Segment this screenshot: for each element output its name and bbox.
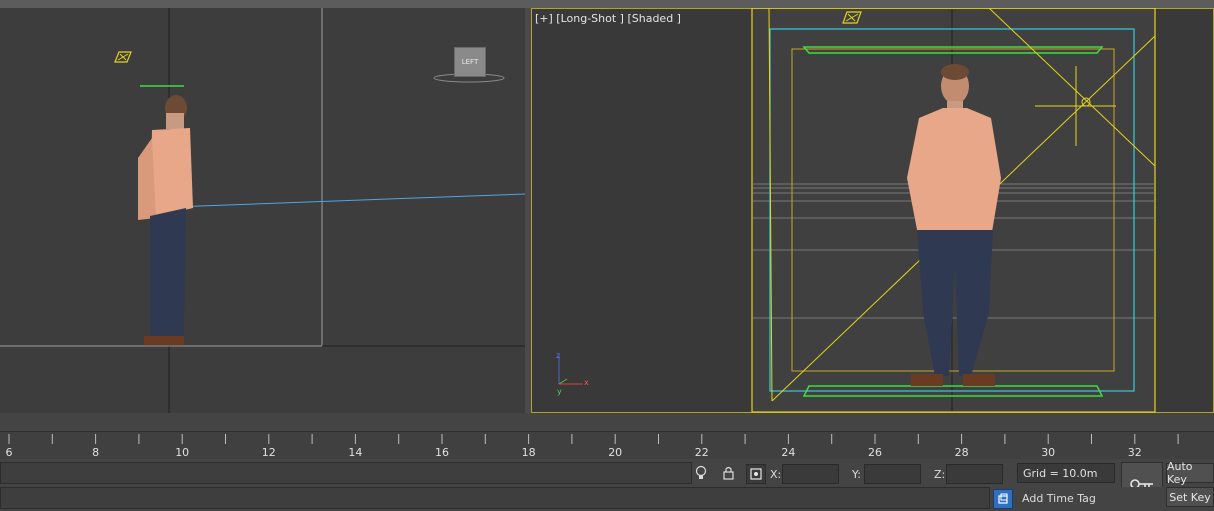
add-time-tag-button[interactable]: Add Time Tag xyxy=(1022,492,1096,505)
track-tick-label: 22 xyxy=(694,446,709,459)
x-coord-field[interactable] xyxy=(782,464,839,484)
track-tick-label: 24 xyxy=(781,446,796,459)
viewport-left-canvas xyxy=(0,8,525,413)
z-coord-field[interactable] xyxy=(946,464,1003,484)
axis-tripod-icon: z x y xyxy=(556,351,589,396)
viewport-label[interactable]: [+] [Long-Shot ] [Shaded ] xyxy=(535,12,681,25)
z-coord-label: Z: xyxy=(934,468,946,481)
track-bar[interactable]: 6 8 10 12 14 16 18 20 22 24 26 28 30 32 xyxy=(0,431,1214,459)
viewport-right[interactable]: z x y [+] [Long-Shot ] [Shaded ] xyxy=(531,8,1214,413)
timeslider-area[interactable] xyxy=(0,413,1214,431)
track-tick-label: 6 xyxy=(5,446,13,459)
set-key-button[interactable]: Set Key xyxy=(1166,487,1214,507)
status-text-line xyxy=(0,487,990,509)
grid-size-display: Grid = 10.0m xyxy=(1017,463,1115,483)
status-bar-row2: Add Time Tag Set Key xyxy=(0,487,1214,511)
track-tick-label: 14 xyxy=(348,446,363,459)
track-tick-label: 16 xyxy=(435,446,449,459)
time-tag-icon[interactable] xyxy=(993,489,1013,509)
track-tick-label: 26 xyxy=(868,446,882,459)
svg-text:y: y xyxy=(557,387,562,396)
status-bar: X: Y: Z: Grid = 10.0m Auto Key xyxy=(0,459,1214,506)
track-tick-label: 12 xyxy=(261,446,276,459)
svg-text:z: z xyxy=(556,351,560,360)
person-model-side xyxy=(138,95,193,345)
track-tick-label: 20 xyxy=(608,446,623,459)
auto-key-button[interactable]: Auto Key xyxy=(1166,460,1214,486)
x-coord-label: X: xyxy=(770,468,782,481)
prompt-line[interactable] xyxy=(0,462,692,484)
selection-lock-icon[interactable] xyxy=(719,464,737,482)
track-bar-ticks xyxy=(8,434,1179,444)
track-tick-label: 30 xyxy=(1041,446,1056,459)
y-coord-label: Y: xyxy=(852,468,861,481)
track-tick-label: 10 xyxy=(175,446,190,459)
track-tick-label: 32 xyxy=(1127,446,1142,459)
isolate-bulb-icon[interactable] xyxy=(692,464,710,482)
light-icon xyxy=(114,51,132,63)
svg-text:x: x xyxy=(584,378,589,387)
y-coord-field[interactable] xyxy=(864,464,921,484)
viewport-right-canvas: z x y xyxy=(556,8,1156,413)
absolute-mode-icon[interactable] xyxy=(746,464,766,484)
viewport-left[interactable]: LEFT xyxy=(0,8,525,413)
track-tick-label: 28 xyxy=(954,446,969,459)
track-tick-label: 18 xyxy=(521,446,536,459)
track-tick-label: 8 xyxy=(92,446,100,459)
viewcube[interactable]: LEFT xyxy=(454,47,486,77)
camera-line xyxy=(171,193,525,208)
